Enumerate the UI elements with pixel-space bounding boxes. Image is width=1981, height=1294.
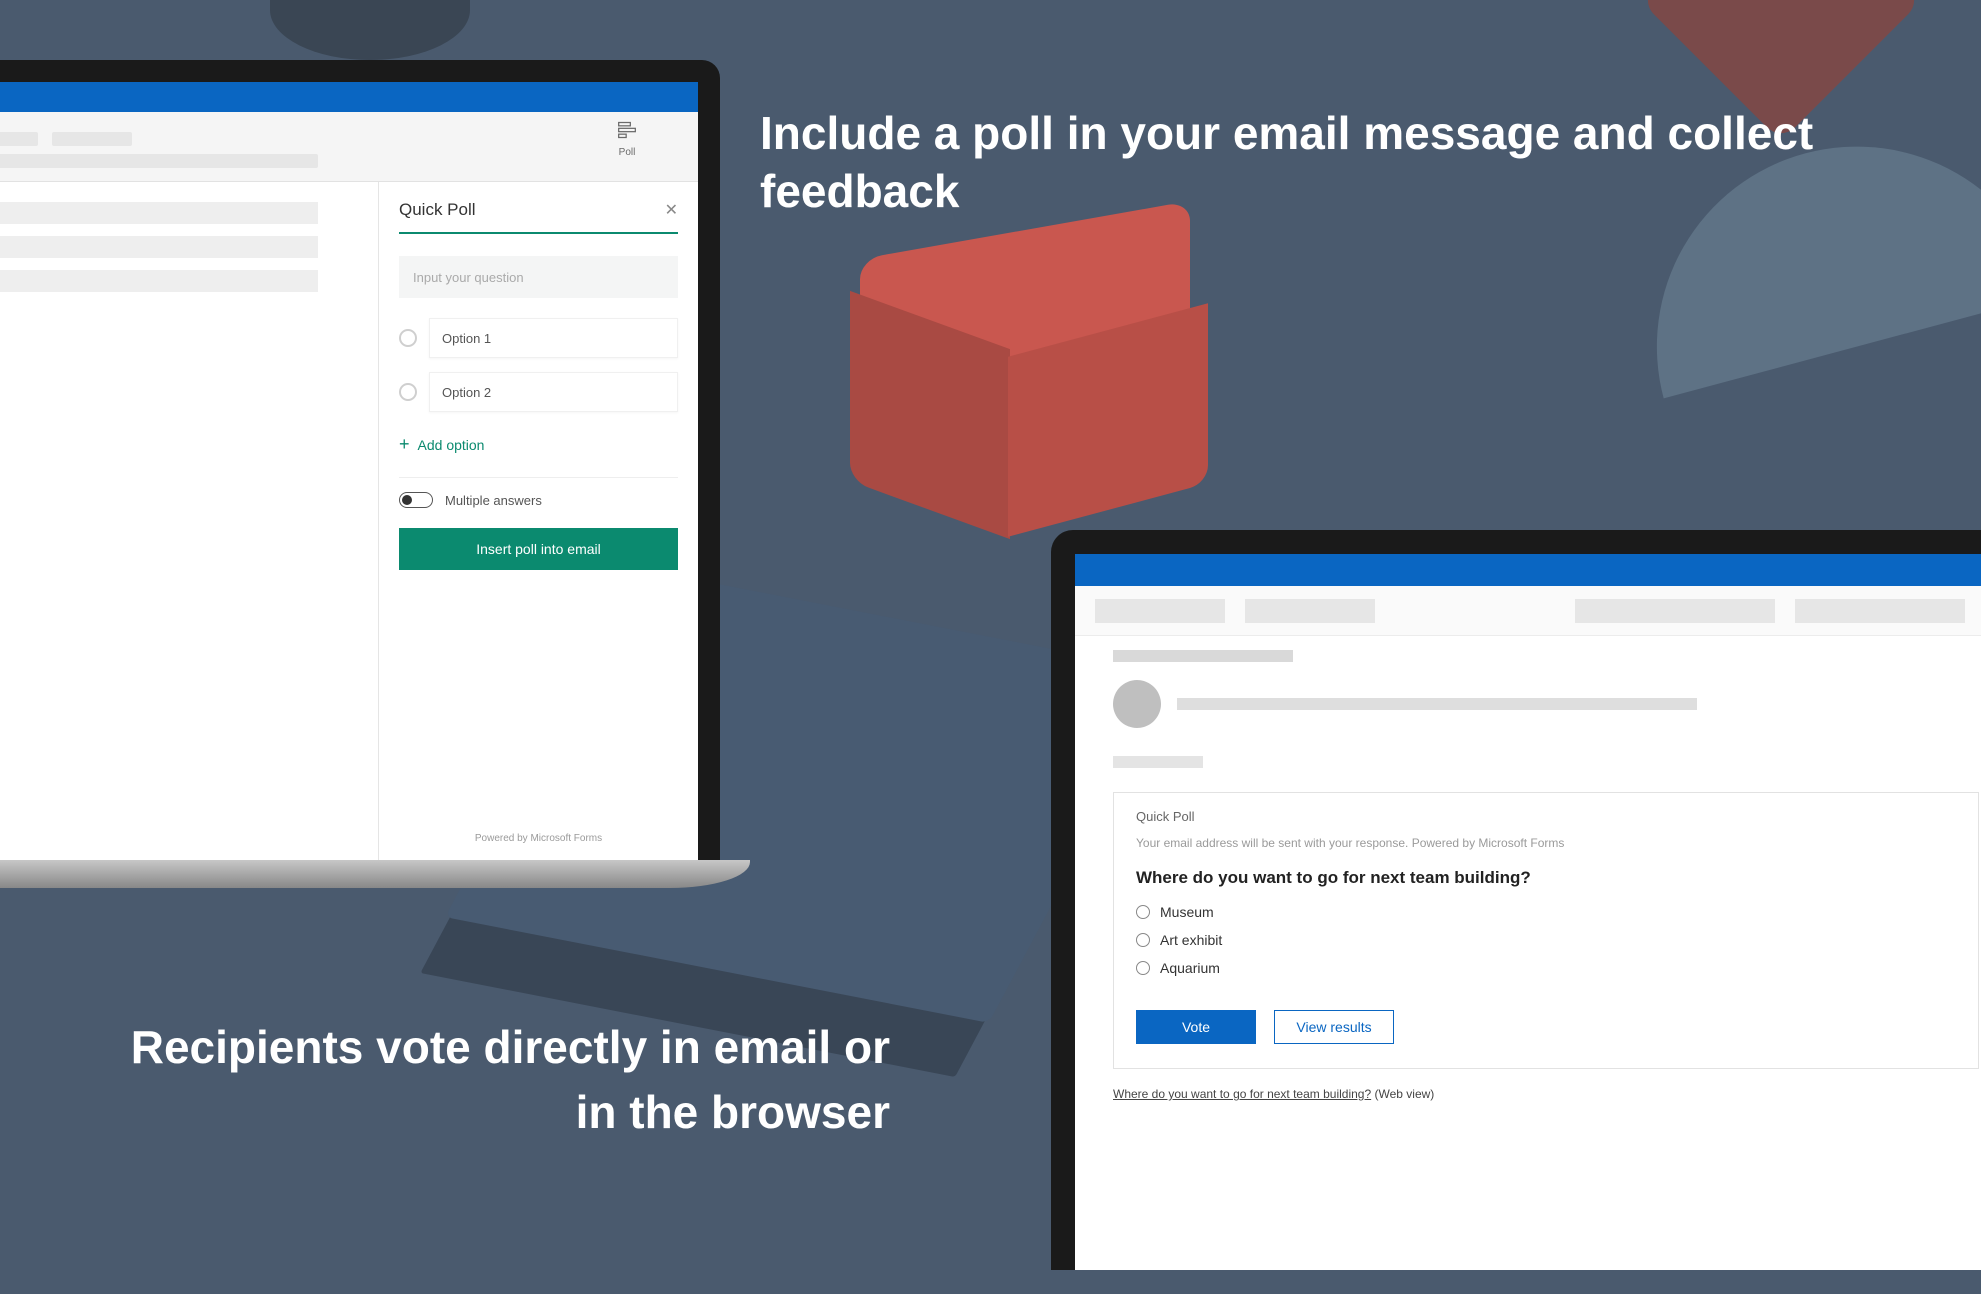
poll-question-input[interactable]	[399, 256, 678, 298]
poll-card: Quick Poll Your email address will be se…	[1113, 792, 1979, 1069]
add-option-label: Add option	[418, 437, 485, 453]
radio-icon	[1136, 933, 1150, 947]
web-view-link[interactable]: Where do you want to go for next team bu…	[1113, 1087, 1371, 1101]
radio-icon	[399, 383, 417, 401]
outlook-ribbon	[1075, 586, 1981, 636]
poll-option[interactable]: Art exhibit	[1136, 932, 1956, 948]
poll-option-input-1[interactable]	[429, 318, 678, 358]
decorative-cylinder	[270, 0, 470, 60]
outlook-title-bar	[0, 82, 698, 112]
poll-option-label: Museum	[1160, 904, 1214, 920]
poll-option-label: Art exhibit	[1160, 932, 1222, 948]
poll-icon	[616, 120, 638, 143]
outlook-ribbon: Poll	[0, 112, 698, 182]
decorative-cube	[850, 230, 1200, 490]
message-header	[1075, 636, 1981, 778]
poll-card-title: Quick Poll	[1136, 809, 1956, 824]
poll-option[interactable]: Aquarium	[1136, 960, 1956, 976]
plus-icon: +	[399, 434, 410, 455]
poll-option-label: Aquarium	[1160, 960, 1220, 976]
view-results-button[interactable]: View results	[1274, 1010, 1394, 1044]
web-view-suffix: (Web view)	[1371, 1087, 1434, 1101]
quick-poll-title: Quick Poll	[399, 200, 476, 220]
compose-body[interactable]	[0, 182, 378, 860]
body-placeholder	[1113, 756, 1203, 768]
subject-placeholder	[1113, 650, 1293, 662]
laptop-received: Quick Poll Your email address will be se…	[1051, 530, 1981, 1270]
ribbon-poll-button[interactable]: Poll	[616, 120, 638, 158]
ribbon-poll-label: Poll	[619, 147, 636, 158]
outlook-title-bar	[1075, 554, 1981, 586]
close-icon[interactable]: ✕	[665, 200, 678, 220]
poll-card-note: Your email address will be sent with you…	[1136, 836, 1956, 850]
radio-icon	[1136, 905, 1150, 919]
vote-button[interactable]: Vote	[1136, 1010, 1256, 1044]
multiple-answers-toggle[interactable]	[399, 492, 433, 508]
radio-icon	[399, 329, 417, 347]
web-view-link-line: Where do you want to go for next team bu…	[1113, 1087, 1979, 1101]
headline-top: Include a poll in your email message and…	[760, 105, 1981, 220]
laptop-base	[0, 860, 750, 888]
radio-icon	[1136, 961, 1150, 975]
sender-placeholder	[1177, 698, 1697, 710]
insert-poll-button[interactable]: Insert poll into email	[399, 528, 678, 570]
multiple-answers-label: Multiple answers	[445, 493, 542, 508]
poll-option-input-2[interactable]	[429, 372, 678, 412]
headline-bottom: Recipients vote directly in email or in …	[120, 1015, 890, 1144]
quick-poll-pane: Quick Poll ✕ + Add option	[378, 182, 698, 860]
poll-card-question: Where do you want to go for next team bu…	[1136, 868, 1956, 888]
poll-option[interactable]: Museum	[1136, 904, 1956, 920]
add-option-button[interactable]: + Add option	[399, 434, 678, 455]
quick-poll-footer: Powered by Microsoft Forms	[399, 817, 678, 860]
laptop-compose: Poll Quick Poll ✕	[0, 60, 720, 888]
avatar	[1113, 680, 1161, 728]
